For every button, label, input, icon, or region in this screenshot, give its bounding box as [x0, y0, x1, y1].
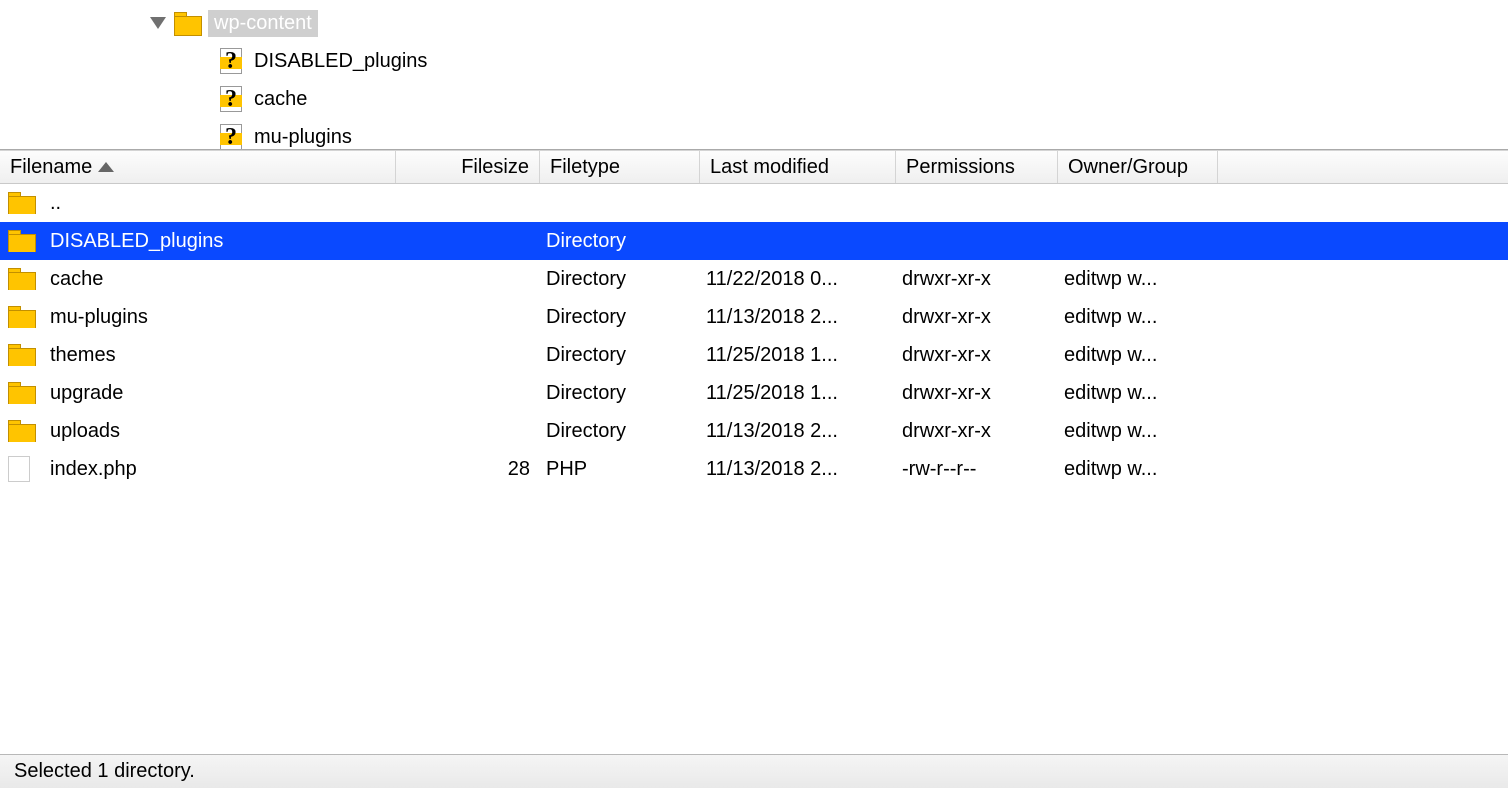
filename-cell: DISABLED_plugins — [44, 230, 396, 253]
lastmodified-cell: 11/13/2018 2... — [700, 306, 896, 329]
filetype-cell: Directory — [540, 382, 700, 405]
folder-icon — [8, 420, 30, 442]
folder-icon — [8, 344, 30, 366]
filename-cell: index.php — [44, 458, 396, 481]
lastmodified-cell: 11/22/2018 0... — [700, 268, 896, 291]
folder-icon-cell — [0, 192, 44, 214]
tree-item-label: cache — [254, 88, 307, 111]
tree-item-root[interactable]: wp-content — [0, 4, 1508, 42]
filename-cell: uploads — [44, 420, 396, 443]
column-header-filetype[interactable]: Filetype — [540, 151, 700, 183]
chevron-down-icon[interactable] — [150, 17, 166, 29]
filetype-cell: Directory — [540, 344, 700, 367]
column-label: Filetype — [550, 156, 620, 179]
filetype-cell: Directory — [540, 420, 700, 443]
column-header-filesize[interactable]: Filesize — [396, 151, 540, 183]
status-text: Selected 1 directory. — [14, 760, 195, 783]
tree-item[interactable]: ? cache — [0, 80, 1508, 118]
folder-icon — [8, 268, 30, 290]
column-header-filename[interactable]: Filename — [0, 151, 396, 183]
owner-cell: editwp w... — [1058, 420, 1218, 443]
table-row[interactable]: themes Directory11/25/2018 1...drwxr-xr-x… — [0, 336, 1508, 374]
column-header-permissions[interactable]: Permissions — [896, 151, 1058, 183]
filesize-cell: 28 — [396, 458, 540, 481]
file-icon-cell — [0, 456, 44, 482]
folder-icon — [174, 12, 200, 34]
folder-icon — [8, 230, 30, 252]
folder-icon-cell — [0, 268, 44, 290]
folder-icon-cell — [0, 306, 44, 328]
owner-cell: editwp w... — [1058, 458, 1218, 481]
filename-cell: themes — [44, 344, 396, 367]
permissions-cell: drwxr-xr-x — [896, 420, 1058, 443]
tree-item[interactable]: ? mu-plugins — [0, 118, 1508, 150]
permissions-cell: drwxr-xr-x — [896, 382, 1058, 405]
column-header-owner[interactable]: Owner/Group — [1058, 151, 1218, 183]
filename-cell: .. — [44, 192, 396, 215]
sort-ascending-icon — [98, 162, 114, 172]
permissions-cell: -rw-r--r-- — [896, 458, 1058, 481]
table-row[interactable]: mu-plugins Directory11/13/2018 2...drwxr-… — [0, 298, 1508, 336]
question-file-icon: ? — [218, 124, 244, 150]
folder-icon-cell — [0, 344, 44, 366]
status-bar: Selected 1 directory. — [0, 754, 1508, 788]
file-icon — [8, 456, 30, 482]
filetype-cell: Directory — [540, 268, 700, 291]
column-label: Last modified — [710, 156, 829, 179]
table-row[interactable]: .. — [0, 184, 1508, 222]
owner-cell: editwp w... — [1058, 382, 1218, 405]
permissions-cell: drwxr-xr-x — [896, 268, 1058, 291]
table-row[interactable]: cache Directory11/22/2018 0...drwxr-xr-xe… — [0, 260, 1508, 298]
column-label: Permissions — [906, 156, 1015, 179]
ftp-client-window: wp-content ? DISABLED_plugins ? cache ? … — [0, 0, 1508, 788]
owner-cell: editwp w... — [1058, 306, 1218, 329]
table-row[interactable]: uploads Directory11/13/2018 2...drwxr-xr-… — [0, 412, 1508, 450]
permissions-cell: drwxr-xr-x — [896, 306, 1058, 329]
lastmodified-cell: 11/25/2018 1... — [700, 344, 896, 367]
filename-cell: upgrade — [44, 382, 396, 405]
folder-icon — [8, 382, 30, 404]
tree-item[interactable]: ? DISABLED_plugins — [0, 42, 1508, 80]
filename-cell: mu-plugins — [44, 306, 396, 329]
folder-icon — [8, 306, 30, 328]
folder-icon-cell — [0, 382, 44, 404]
filetype-cell: Directory — [540, 230, 700, 253]
column-label: Filesize — [461, 156, 529, 179]
tree-item-label: mu-plugins — [254, 126, 352, 149]
column-header-lastmodified[interactable]: Last modified — [700, 151, 896, 183]
folder-icon-cell — [0, 230, 44, 252]
question-file-icon: ? — [218, 86, 244, 112]
filename-cell: cache — [44, 268, 396, 291]
permissions-cell: drwxr-xr-x — [896, 344, 1058, 367]
folder-icon — [8, 192, 30, 214]
tree-item-label: wp-content — [208, 10, 318, 37]
lastmodified-cell: 11/13/2018 2... — [700, 420, 896, 443]
table-row[interactable]: upgrade Directory11/25/2018 1...drwxr-xr-… — [0, 374, 1508, 412]
column-label: Owner/Group — [1068, 156, 1188, 179]
table-row[interactable]: DISABLED_plugins Directory — [0, 222, 1508, 260]
question-file-icon: ? — [218, 48, 244, 74]
folder-icon-cell — [0, 420, 44, 442]
owner-cell: editwp w... — [1058, 268, 1218, 291]
filetype-cell: PHP — [540, 458, 700, 481]
owner-cell: editwp w... — [1058, 344, 1218, 367]
directory-tree-panel: wp-content ? DISABLED_plugins ? cache ? … — [0, 0, 1508, 150]
column-label: Filename — [10, 156, 92, 179]
file-list[interactable]: .. DISABLED_plugins Directory cache Director… — [0, 184, 1508, 754]
tree-item-label: DISABLED_plugins — [254, 50, 427, 73]
lastmodified-cell: 11/13/2018 2... — [700, 458, 896, 481]
file-table-header: Filename Filesize Filetype Last modified… — [0, 150, 1508, 184]
filetype-cell: Directory — [540, 306, 700, 329]
table-row[interactable]: index.php28PHP11/13/2018 2...-rw-r--r--e… — [0, 450, 1508, 488]
lastmodified-cell: 11/25/2018 1... — [700, 382, 896, 405]
